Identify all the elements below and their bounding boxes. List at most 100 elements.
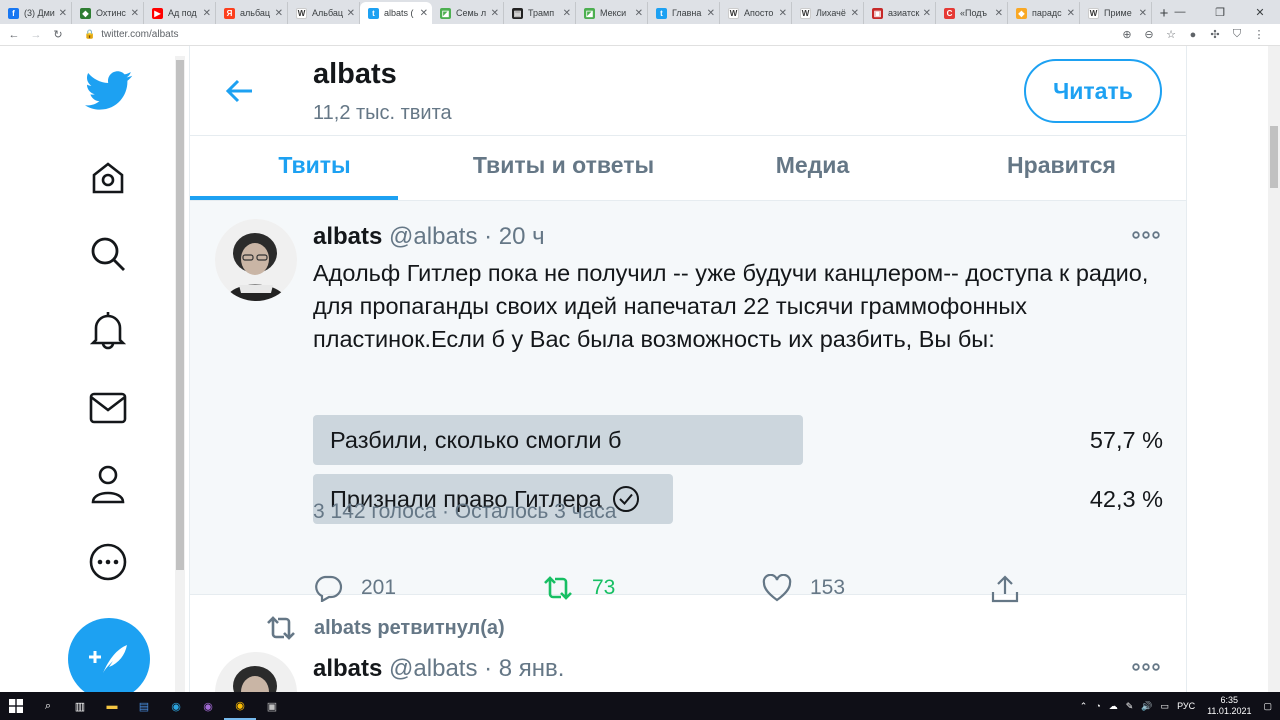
browser-tab[interactable]: ▣ азиатск ✕ bbox=[864, 2, 936, 24]
browser-tab[interactable]: t albats (✕ bbox=[360, 2, 432, 24]
media-app-icon[interactable]: ▣ bbox=[256, 692, 288, 720]
sidebar-scrollbar-thumb[interactable] bbox=[176, 60, 184, 570]
browser-tab[interactable]: ◆ парадс ✕ bbox=[1008, 2, 1080, 24]
tweet-author-name[interactable]: albats bbox=[313, 655, 382, 682]
restore-icon[interactable]: ❐ bbox=[1200, 0, 1240, 24]
share-action[interactable] bbox=[990, 574, 1038, 604]
network-icon[interactable]: ▭ bbox=[1161, 701, 1170, 712]
tweet-author-handle[interactable]: @albats bbox=[389, 223, 477, 250]
tab-likes[interactable]: Нравится bbox=[937, 136, 1186, 200]
tab-close-icon[interactable]: ✕ bbox=[923, 8, 931, 19]
browser-tab[interactable]: f (3) Дми ✕ bbox=[0, 2, 72, 24]
tab-close-icon[interactable]: ✕ bbox=[635, 8, 643, 19]
windows-start-icon[interactable] bbox=[0, 692, 32, 720]
document-app-icon[interactable]: ▤ bbox=[128, 692, 160, 720]
tab-media[interactable]: Медиа bbox=[688, 136, 937, 200]
chrome-icon[interactable]: ◉ bbox=[224, 692, 256, 720]
browser-tab[interactable]: ◪ Мекси ✕ bbox=[576, 2, 648, 24]
zoom-icon[interactable]: ⊖ bbox=[1138, 28, 1160, 41]
browser-tab[interactable]: Яальбац ✕ bbox=[216, 2, 288, 24]
tweet-card[interactable]: albats @albats · 20 ч Адольф Гитлер пока… bbox=[190, 201, 1186, 603]
tab-title: Главна bbox=[672, 8, 702, 18]
tab-close-icon[interactable]: ✕ bbox=[131, 8, 139, 19]
browser-tab[interactable]: W Приме ✕ bbox=[1080, 2, 1152, 24]
telegram-icon[interactable]: ◉ bbox=[160, 692, 192, 720]
notifications-bell-icon[interactable] bbox=[88, 310, 128, 350]
browser-tab[interactable]: ▤ Трамп ✕ bbox=[504, 2, 576, 24]
reload-icon[interactable]: ↻ bbox=[50, 28, 66, 41]
retweet-action[interactable]: 73 bbox=[542, 574, 615, 602]
file-explorer-icon[interactable]: ▬ bbox=[96, 692, 128, 720]
avatar[interactable] bbox=[215, 219, 297, 301]
tab-close-icon[interactable]: ✕ bbox=[491, 8, 499, 19]
retweeted-by-row[interactable]: albats ретвитнул(а) bbox=[264, 614, 505, 642]
volume-icon[interactable]: 🔊 bbox=[1141, 701, 1152, 712]
tab-close-icon[interactable]: ✕ bbox=[275, 8, 283, 19]
sidebar-scrollbar[interactable] bbox=[175, 56, 185, 692]
browser-tab[interactable]: ◆ Охтинс ✕ bbox=[72, 2, 144, 24]
tweet-time[interactable]: · 20 ч bbox=[484, 223, 545, 250]
tab-favicon-icon: ▶ bbox=[152, 7, 163, 19]
browser-tab[interactable]: C «Подъ ✕ bbox=[936, 2, 1008, 24]
tray-chevron-icon[interactable]: ⌃ bbox=[1080, 701, 1088, 712]
tab-close-icon[interactable]: ✕ bbox=[1139, 8, 1147, 19]
avatar[interactable] bbox=[215, 652, 297, 692]
browser-tab[interactable]: t Главна ✕ bbox=[648, 2, 720, 24]
extension-badge-icon[interactable]: ● bbox=[1182, 29, 1204, 41]
profile-person-icon[interactable] bbox=[88, 464, 128, 504]
reply-action[interactable]: 201 bbox=[313, 574, 396, 602]
browser-tab[interactable]: W Апосто ✕ bbox=[720, 2, 792, 24]
tab-close-icon[interactable]: ✕ bbox=[1067, 8, 1075, 19]
like-action[interactable]: 153 bbox=[762, 574, 845, 602]
messages-envelope-icon[interactable] bbox=[88, 388, 128, 428]
tab-close-icon[interactable]: ✕ bbox=[995, 8, 1003, 19]
tab-close-icon[interactable]: ✕ bbox=[420, 8, 428, 19]
twitter-logo-icon[interactable] bbox=[84, 68, 134, 114]
shield-extension-icon[interactable]: ⛉ bbox=[1226, 28, 1248, 41]
tweet-author-name[interactable]: albats bbox=[313, 223, 382, 250]
follow-button[interactable]: Читать bbox=[1024, 59, 1162, 123]
tab-close-icon[interactable]: ✕ bbox=[851, 8, 859, 19]
search-icon[interactable]: ⌕ bbox=[32, 692, 64, 720]
tab-tweets[interactable]: Твиты bbox=[190, 136, 439, 200]
compose-tweet-button[interactable] bbox=[68, 618, 150, 692]
browser-tab[interactable]: W Лихачё ✕ bbox=[792, 2, 864, 24]
task-view-icon[interactable]: ▥ bbox=[64, 692, 96, 720]
tab-close-icon[interactable]: ✕ bbox=[203, 8, 211, 19]
more-options-icon[interactable] bbox=[1130, 659, 1162, 675]
more-menu-icon[interactable] bbox=[88, 542, 128, 582]
tab-close-icon[interactable]: ✕ bbox=[779, 8, 787, 19]
tab-close-icon[interactable]: ✕ bbox=[59, 8, 67, 19]
tab-close-icon[interactable]: ✕ bbox=[707, 8, 715, 19]
tweet-time[interactable]: · 8 янв. bbox=[484, 655, 564, 682]
minimize-icon[interactable]: — bbox=[1160, 0, 1200, 24]
tray-app-icon[interactable]: ◔ bbox=[1095, 701, 1100, 711]
browser-tab[interactable]: ◪ Семь л ✕ bbox=[432, 2, 504, 24]
tor-browser-icon[interactable]: ◉ bbox=[192, 692, 224, 720]
taskbar-clock[interactable]: 6:35 11.01.2021 bbox=[1207, 695, 1251, 717]
tab-tweets-and-replies[interactable]: Твиты и ответы bbox=[439, 136, 688, 200]
page-scrollbar-thumb[interactable] bbox=[1270, 126, 1278, 188]
extensions-puzzle-icon[interactable]: ✣ bbox=[1204, 28, 1226, 41]
bookmark-star-icon[interactable]: ☆ bbox=[1160, 28, 1182, 41]
home-icon[interactable] bbox=[88, 158, 128, 198]
address-bar[interactable]: 🔒 twitter.com/albats bbox=[84, 26, 1116, 44]
page-scrollbar[interactable] bbox=[1268, 46, 1280, 692]
tab-close-icon[interactable]: ✕ bbox=[563, 8, 571, 19]
notifications-icon[interactable]: ▢ bbox=[1263, 701, 1272, 712]
tweet-author-handle[interactable]: @albats bbox=[389, 655, 477, 682]
more-options-icon[interactable] bbox=[1130, 227, 1162, 243]
menu-dots-icon[interactable]: ⋮ bbox=[1248, 28, 1270, 41]
install-icon[interactable]: ⊕ bbox=[1116, 28, 1138, 41]
explore-search-icon[interactable] bbox=[88, 234, 128, 274]
tray-pen-icon[interactable]: ✎ bbox=[1126, 701, 1134, 712]
browser-tab[interactable]: W Альбац ✕ bbox=[288, 2, 360, 24]
tray-onedrive-icon[interactable]: ☁ bbox=[1109, 701, 1118, 712]
back-nav-icon[interactable]: ← bbox=[6, 29, 22, 41]
forward-nav-icon[interactable]: → bbox=[28, 29, 44, 41]
keyboard-language[interactable]: РУС bbox=[1177, 701, 1195, 711]
back-arrow-icon[interactable] bbox=[220, 71, 260, 116]
browser-tab[interactable]: ▶ Ад под ✕ bbox=[144, 2, 216, 24]
tab-close-icon[interactable]: ✕ bbox=[347, 8, 355, 19]
close-window-icon[interactable]: ✕ bbox=[1240, 0, 1280, 24]
